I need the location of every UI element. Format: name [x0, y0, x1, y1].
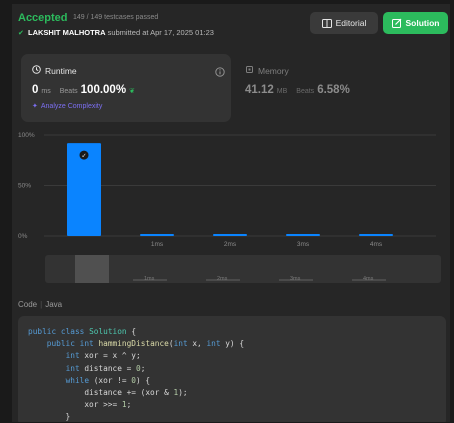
bar-3ms[interactable] [286, 233, 320, 236]
code-block: public class Solution { public int hammi… [18, 316, 446, 422]
bar-1ms[interactable] [140, 233, 174, 236]
runtime-value: 0 [32, 84, 39, 96]
memory-card[interactable]: Memory 41.12 MB Beats 6.58% [245, 54, 445, 122]
user-marker-check: ✓ [81, 153, 86, 160]
submission-panel: Accepted 149 / 149 testcases passed ✔ LAK… [12, 4, 450, 422]
code-line: public int hammingDistance(int x, int y)… [46, 339, 245, 349]
x-tick-label: 2ms [224, 241, 237, 248]
sparkle-icon: ✦ [32, 103, 38, 110]
memory-title-text: Memory [258, 65, 289, 76]
x-tick-label: 4ms [370, 241, 383, 248]
user-icon: ✔ [18, 30, 24, 37]
runtime-title: Runtime [32, 65, 77, 76]
x-tick-label: 3ms [297, 241, 310, 248]
code-line: } [28, 412, 71, 422]
edit-icon [391, 18, 402, 28]
submitted-time: submitted at Apr 17, 2025 01:23 [107, 28, 214, 37]
analyze-label: Analyze Complexity [40, 102, 103, 110]
memory-beats-value: 6.58% [317, 84, 350, 96]
bar-4ms[interactable] [359, 233, 393, 236]
code-line: int distance = 0; [65, 363, 146, 373]
code-language: Java [45, 300, 63, 309]
code-label: Code [18, 300, 38, 309]
solution-label: Solution [405, 18, 440, 28]
status-label: Accepted [18, 12, 68, 24]
scrubber-tick-label: 2ms [217, 276, 228, 282]
chart-scrubber[interactable]: 1ms 2ms 3ms 4ms [45, 255, 441, 283]
runtime-distribution-chart: 100% 50% 0% ✓ 1ms 2ms 3ms 4ms [12, 126, 450, 254]
runtime-card[interactable]: Runtime 0 ms Beats 100.00% ❦ ✦ Analyze C… [21, 54, 231, 122]
code-line: while (xor != 0) { [65, 375, 151, 385]
runtime-unit: ms [41, 88, 51, 95]
memory-title: Memory [245, 65, 289, 76]
runtime-beats-value: 100.00% [80, 84, 127, 96]
code-header: Code | Java [18, 300, 63, 309]
analyze-complexity-link[interactable]: ✦ Analyze Complexity [32, 102, 103, 111]
memory-unit: MB [276, 88, 288, 95]
scrubber-window[interactable] [75, 255, 109, 283]
bar-2ms[interactable] [213, 233, 247, 236]
chart-svg: 100% 50% 0% ✓ 1ms 2ms 3ms 4ms [18, 132, 436, 248]
scrubber-tick-label: 4ms [363, 276, 374, 282]
memory-metric: 41.12 MB Beats 6.58% [245, 84, 350, 96]
x-tick-label: 1ms [151, 241, 164, 248]
submission-header: Accepted 149 / 149 testcases passed ✔ LAK… [18, 12, 448, 46]
memory-value: 41.12 [245, 84, 274, 96]
scrubber-tick-label: 3ms [290, 276, 301, 282]
clock-icon [32, 65, 41, 76]
y-tick-label: 100% [18, 132, 35, 139]
editorial-button[interactable]: Editorial [310, 12, 378, 34]
code-line: public class Solution { [28, 327, 137, 336]
code-line: distance += (xor & 1); [28, 388, 188, 398]
runtime-title-text: Runtime [45, 65, 77, 76]
submitter-name[interactable]: LAKSHIT MALHOTRA [28, 28, 106, 37]
runtime-beats-label: Beats [59, 88, 78, 95]
y-tick-label: 0% [18, 233, 28, 240]
book-icon [321, 18, 332, 28]
memory-beats-label: Beats [296, 88, 315, 95]
runtime-metric: 0 ms Beats 100.00% ❦ [32, 84, 135, 96]
y-tick-label: 50% [18, 183, 31, 190]
editorial-label: Editorial [335, 18, 367, 28]
info-icon[interactable] [215, 64, 225, 77]
code-line: xor >>= 1; [28, 400, 132, 410]
testcases-count: 149 / 149 testcases passed [73, 14, 159, 21]
scrubber-tick-label: 1ms [144, 276, 155, 282]
code-line: int xor = x ^ y; [65, 351, 141, 361]
leaf-icon: ❦ [129, 88, 135, 95]
submitter-line: ✔ LAKSHIT MALHOTRA submitted at Apr 17, 2… [18, 28, 214, 37]
solution-button[interactable]: Solution [383, 12, 448, 34]
code-content: public class Solution { public int hammi… [28, 326, 244, 422]
memory-chip-icon [245, 65, 254, 76]
